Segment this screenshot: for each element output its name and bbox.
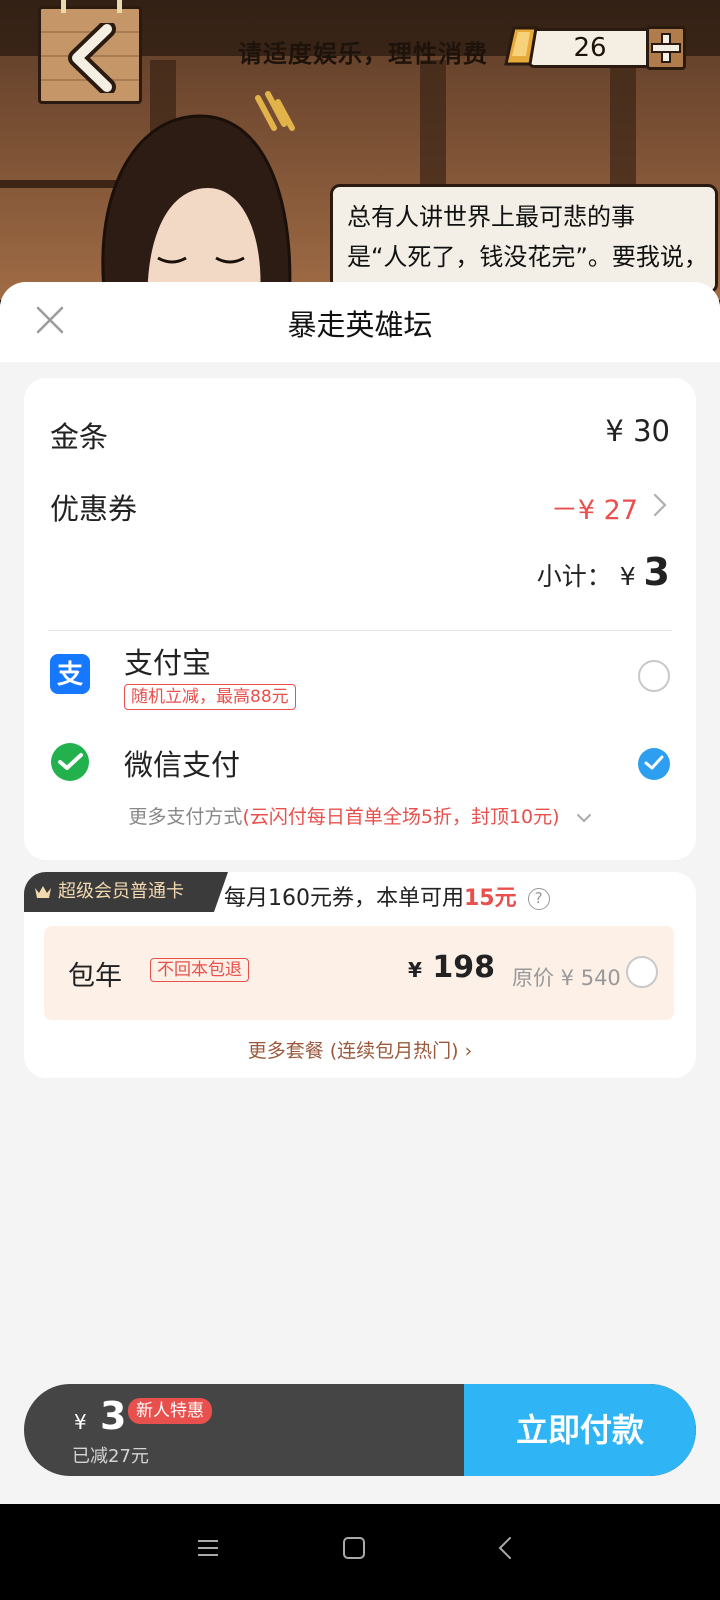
pay-total-value: 3 [99, 1394, 127, 1438]
sheet-title: 暴走英雄坛 [287, 308, 433, 342]
svg-text:支: 支 [57, 660, 83, 690]
subtotal-label: 小计： [536, 562, 612, 591]
pay-currency: ¥ [74, 1410, 87, 1434]
item-label: 金条 [50, 420, 109, 454]
subtotal-value: 3 [643, 550, 670, 594]
gold-bar-icon [504, 26, 538, 66]
gold-count: 26 [528, 28, 652, 68]
more-payment-label: 更多支付方式 [128, 806, 243, 828]
plus-icon [651, 33, 681, 63]
plan-name: 包年 [68, 961, 122, 992]
dialog-line: 总有人讲世界上最可悲的事 [347, 203, 635, 231]
dialog-line: 是“人死了，钱没花完”。要我说， [347, 243, 708, 271]
more-plans-link[interactable]: 更多套餐 (连续包月热门) › [24, 1036, 696, 1063]
wechat-pay-icon [51, 743, 89, 781]
chevron-down-icon [576, 813, 591, 822]
pay-now-button[interactable]: 立即付款 [464, 1384, 696, 1476]
pay-total: ¥ 3 [74, 1394, 126, 1438]
add-gold-button[interactable] [646, 26, 686, 70]
home-icon[interactable] [342, 1536, 366, 1560]
menu-icon[interactable] [196, 1536, 220, 1560]
subtotal: 小计： ¥ 3 [537, 550, 670, 594]
healthy-gaming-slogan: 请适度娱乐，理性消费 [238, 40, 488, 68]
game-background: 请适度娱乐，理性消费 26 总有人讲世界上最可悲的事 是“人死了，钱没花完”。要… [0, 0, 720, 300]
vip-badge: 超级会员普通卡 [24, 872, 228, 912]
alipay-label[interactable]: 支付宝 [124, 640, 211, 682]
pay-bar: ¥ 3 新人特惠 已减27元 立即付款 [24, 1384, 696, 1476]
crown-icon [35, 886, 51, 898]
wechat-pay-radio[interactable] [638, 748, 670, 780]
plan-price: ¥ 198 [408, 950, 495, 985]
character-portrait [101, 91, 295, 300]
system-navigation-bar [0, 1504, 720, 1600]
wechat-pay-label[interactable]: 微信支付 [124, 742, 240, 784]
vip-badge-label: 超级会员普通卡 [58, 881, 184, 902]
alipay-radio[interactable] [638, 660, 670, 692]
annual-plan-option[interactable]: 包年 不回本包退 ¥ 198 原价 ¥ 540 [44, 926, 674, 1020]
plan-currency: ¥ [408, 958, 422, 982]
sheet-header: 暴走英雄坛 [0, 282, 720, 362]
pay-summary: ¥ 3 新人特惠 已减27元 [24, 1384, 464, 1476]
payment-sheet: 暴走英雄坛 金条 ¥ 30 优惠券 －¥ 27 小计： ¥ 3 支 支付宝 随机… [0, 282, 720, 1504]
vip-desc-text: 每月160元券，本单可用 [224, 886, 464, 911]
plan-radio[interactable] [626, 956, 658, 988]
alipay-promo-tag: 随机立减，最高88元 [124, 684, 296, 710]
plan-tag: 不回本包退 [150, 958, 249, 982]
coupon-label[interactable]: 优惠券 [50, 486, 137, 528]
check-icon [644, 755, 664, 770]
back-icon[interactable] [494, 1536, 518, 1560]
coupon-value[interactable]: －¥ 27 [551, 488, 638, 527]
chevron-right-icon[interactable] [652, 492, 668, 518]
vip-desc-amount: 15元 [464, 886, 517, 911]
item-price: ¥ 30 [605, 414, 670, 448]
back-arrow-icon [68, 23, 116, 93]
plan-price-value: 198 [432, 950, 495, 985]
order-card: 金条 ¥ 30 优惠券 －¥ 27 小计： ¥ 3 支 支付宝 随机立减，最高8… [24, 378, 696, 860]
newbie-badge: 新人特惠 [128, 1398, 212, 1424]
plan-original-price: 原价 ¥ 540 [512, 966, 621, 990]
alipay-icon: 支 [50, 654, 90, 694]
vip-description: 每月160元券，本单可用15元 ? [224, 880, 550, 912]
gold-bar-counter: 26 [500, 22, 686, 74]
divider [48, 630, 672, 631]
vip-card: 超级会员普通卡 每月160元券，本单可用15元 ? 包年 不回本包退 ¥ 198… [24, 872, 696, 1078]
dialog-bubble: 总有人讲世界上最可悲的事 是“人死了，钱没花完”。要我说， [330, 184, 718, 294]
help-icon[interactable]: ? [527, 888, 550, 910]
saved-amount: 已减27元 [72, 1446, 149, 1467]
more-payment-methods[interactable]: 更多支付方式(云闪付每日首单全场5折，封顶10元) [24, 802, 696, 829]
subtotal-currency: ¥ [619, 562, 636, 591]
more-payment-promo: (云闪付每日首单全场5折，封顶10元) [242, 806, 560, 828]
